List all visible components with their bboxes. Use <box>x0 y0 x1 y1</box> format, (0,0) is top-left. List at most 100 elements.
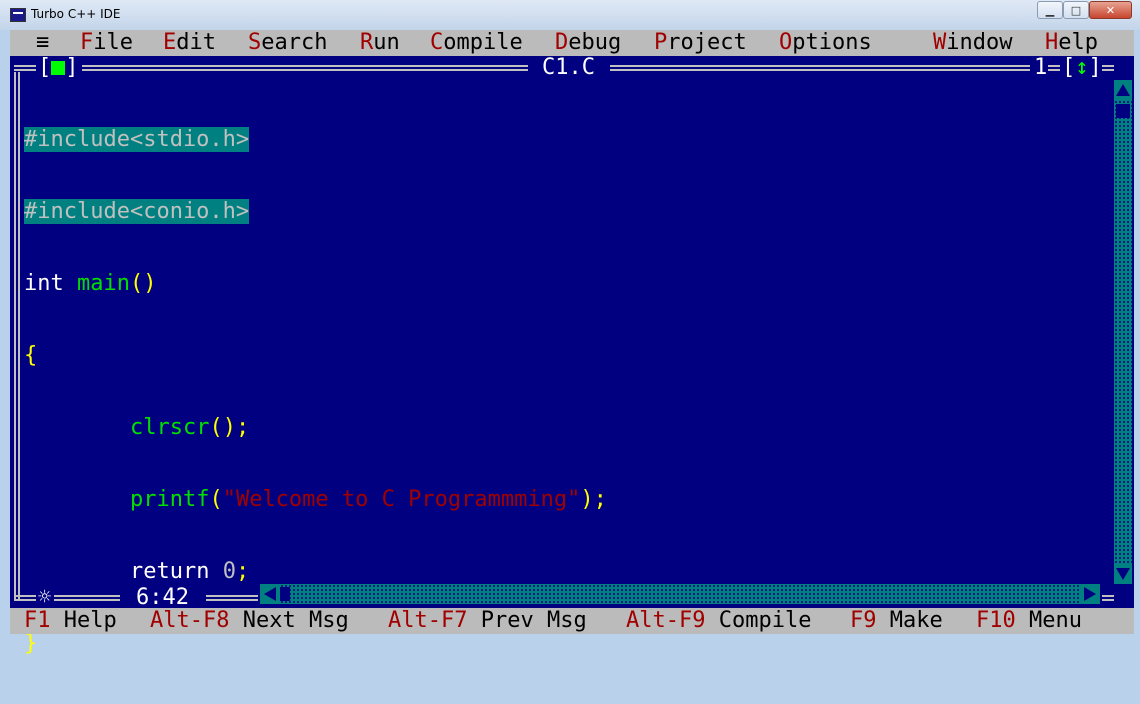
status-key: Alt-F8 <box>150 608 230 633</box>
menu-file-hotkey: F <box>80 30 94 55</box>
close-button[interactable]: ✕ <box>1089 1 1132 19</box>
code-line: #include<stdio.h> <box>24 127 1114 152</box>
status-item-next-msg[interactable]: Alt-F8 Next Msg <box>150 608 349 634</box>
status-label: Next Msg <box>242 608 349 633</box>
status-item-menu[interactable]: F10 Menu <box>976 608 1082 634</box>
code-keyword: int <box>24 271 64 296</box>
status-label: Menu <box>1029 608 1082 633</box>
status-label: Prev Msg <box>480 608 587 633</box>
code-punctuation: ); <box>580 487 607 512</box>
code-punctuation: (); <box>209 415 250 440</box>
menu-run[interactable]: Run <box>360 30 400 56</box>
menu-debug[interactable]: Debug <box>555 30 621 56</box>
code-punctuation: ; <box>235 559 250 584</box>
modified-indicator-icon: ☼ <box>38 585 52 610</box>
menu-compile[interactable]: Compile <box>430 30 523 56</box>
status-item-make[interactable]: F9 Make <box>850 608 943 634</box>
scroll-left-button[interactable] <box>260 584 280 604</box>
status-key: F1 <box>24 608 51 633</box>
frame-left-edge <box>14 72 16 600</box>
menu-options-label: ptions <box>792 30 872 55</box>
frame-top-line-left <box>14 65 36 71</box>
status-key: F10 <box>976 608 1016 633</box>
menu-run-label: un <box>373 30 400 55</box>
arrow-down-icon <box>1116 568 1130 580</box>
menu-project[interactable]: Project <box>654 30 747 56</box>
zoom-icon: ↕ <box>1075 55 1089 80</box>
scroll-down-button[interactable] <box>1114 564 1132 584</box>
frame-bottom-line-left <box>14 595 36 601</box>
menu-bar: ≡ File Edit Search Run Compile Debug Pro… <box>10 30 1134 56</box>
editor-filename: C1.C <box>542 55 595 80</box>
scroll-up-button[interactable] <box>1114 80 1132 100</box>
vertical-scrollbar[interactable] <box>1114 80 1132 584</box>
minimize-button[interactable]: ▁ <box>1037 1 1063 19</box>
window-close-box[interactable]: [] <box>38 56 79 80</box>
window-zoom-box[interactable]: [↕] <box>1062 56 1102 80</box>
code-line: } <box>24 632 1114 656</box>
status-key: F9 <box>850 608 877 633</box>
menu-help[interactable]: Help <box>1045 30 1098 56</box>
code-punctuation: () <box>129 271 157 296</box>
menu-edit-label: dit <box>176 30 216 55</box>
horizontal-scroll-thumb[interactable] <box>280 587 290 601</box>
code-line: clrscr(); <box>24 416 1114 440</box>
window-title: Turbo C++ IDE <box>31 7 121 21</box>
dos-screen: ≡ File Edit Search Run Compile Debug Pro… <box>10 30 1134 656</box>
menu-window-label: indow <box>946 30 1013 55</box>
code-line: { <box>24 344 1114 368</box>
code-editor[interactable]: #include<stdio.h> #include<conio.h> int … <box>24 80 1114 656</box>
system-menu-icon[interactable]: ≡ <box>36 30 49 56</box>
frame-left-edge-inner <box>18 72 20 600</box>
status-key: Alt-F9 <box>626 608 706 633</box>
menu-compile-hotkey: C <box>430 30 444 55</box>
status-item-compile[interactable]: Alt-F9 Compile <box>626 608 811 634</box>
vertical-scroll-track[interactable] <box>1114 100 1132 564</box>
menu-options[interactable]: Options <box>779 30 872 56</box>
frame-top-line-mid-left <box>82 65 528 71</box>
status-item-prev-msg[interactable]: Alt-F7 Prev Msg <box>388 608 587 634</box>
menu-search-label: earch <box>261 30 328 55</box>
menu-search[interactable]: Search <box>248 30 327 56</box>
arrow-right-icon <box>1084 587 1096 601</box>
menu-run-hotkey: R <box>360 30 374 55</box>
status-item-help[interactable]: F1 Help <box>24 608 117 634</box>
code-function: main <box>77 271 130 296</box>
frame-top-line-end <box>1102 65 1114 71</box>
code-line: int main() <box>24 272 1114 296</box>
status-key: Alt-F7 <box>388 608 468 633</box>
menu-window[interactable]: Window <box>933 30 1012 56</box>
horizontal-scroll-track[interactable] <box>280 584 1080 604</box>
code-line: #include<conio.h> <box>24 199 1114 224</box>
code-keyword: return <box>129 559 210 584</box>
menu-project-hotkey: P <box>654 30 668 55</box>
horizontal-scrollbar[interactable] <box>260 584 1100 604</box>
status-label: Compile <box>718 608 812 633</box>
menu-options-hotkey: O <box>779 30 793 55</box>
vertical-scroll-thumb[interactable] <box>1116 104 1130 118</box>
code-brace-close: } <box>24 631 38 656</box>
code-punctuation: ( <box>209 487 223 512</box>
status-label: Help <box>63 608 117 633</box>
menu-project-label: roject <box>667 30 747 55</box>
scroll-right-button[interactable] <box>1080 584 1100 604</box>
status-bar: F1 Help Alt-F8 Next Msg Alt-F7 Prev Msg … <box>10 608 1134 634</box>
code-number: 0 <box>222 559 236 584</box>
menu-file[interactable]: File <box>80 30 133 56</box>
menu-compile-label: ompile <box>443 30 523 55</box>
app-icon <box>10 8 26 22</box>
editor-frame-top: [] C1.C 1 [↕] <box>10 56 1134 80</box>
frame-top-line-right <box>1048 65 1060 71</box>
close-box-icon <box>51 61 66 75</box>
frame-bottom-line-end <box>1102 595 1114 601</box>
menu-edit[interactable]: Edit <box>163 30 216 56</box>
maximize-button[interactable]: □ <box>1063 1 1089 19</box>
code-string: "Welcome to C Programmming" <box>222 487 581 512</box>
menu-help-hotkey: H <box>1045 30 1059 55</box>
code-brace-open: { <box>24 343 38 368</box>
menu-file-label: ile <box>93 30 133 55</box>
code-include-conio: #include<conio.h> <box>24 199 250 224</box>
frame-bottom-line-right <box>206 595 258 601</box>
